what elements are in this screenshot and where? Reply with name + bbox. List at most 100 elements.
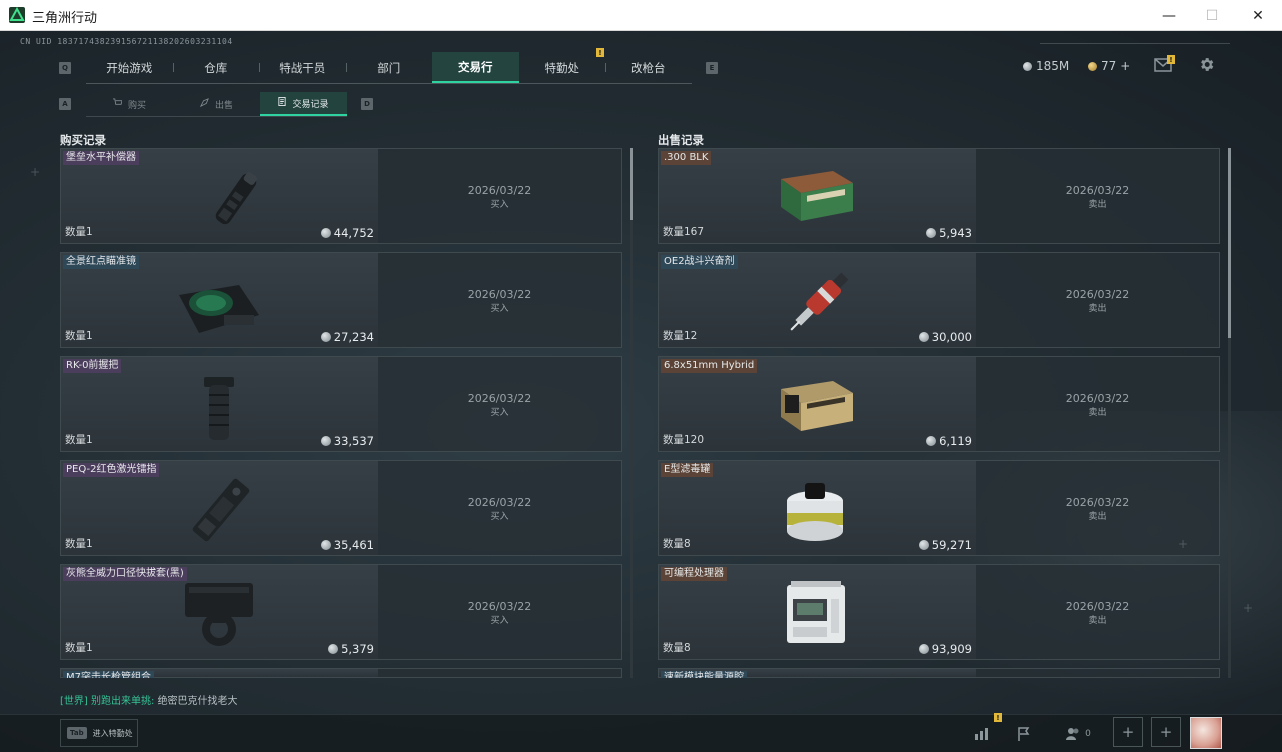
close-button[interactable]: ✕ [1235,0,1281,31]
item-price-value: 44,752 [333,226,374,240]
record-meta-panel: 2026/03/22 卖出 [976,565,1219,659]
settings-gear-icon[interactable] [1198,56,1215,77]
flag-icon[interactable] [1008,721,1040,747]
record-item-panel: RK-0前握把 数量1 33,537 [61,357,378,451]
item-name: E型滤毒罐 [661,463,714,477]
record-item-panel: OE2战斗兴奋剂 数量12 30,000 [659,253,976,347]
item-quantity: 数量8 [663,642,691,654]
record-meta-panel [976,669,1219,677]
record-card[interactable]: 6.8x51mm Hybrid 数量120 6,119 2026/03/22 卖出 [658,356,1220,452]
enter-special-ops-label: 进入特勤处 [92,728,133,738]
sub-tab-label: 出售 [214,100,233,111]
sell-records-list[interactable]: .300 BLK 数量167 5,943 2026/03/22 卖出 OE2战斗兴奋剂 数量… [658,148,1222,678]
mail-badge: ! [1167,55,1175,64]
stats-chart-icon[interactable] [966,721,998,747]
player-avatar[interactable] [1190,717,1222,749]
add-slot-button-2[interactable]: + [1151,717,1181,747]
sub-tab-2[interactable]: 交易记录 [260,92,347,116]
ammo-box-green-icon [777,165,857,229]
record-item-panel: 灰熊全威力口径快拔套(黑) 数量1 5,379 [61,565,378,659]
record-date: 2026/03/22 [467,288,532,301]
record-card[interactable]: 速新模块能量源腔 [658,668,1220,678]
record-type: 买入 [490,200,509,210]
record-card[interactable]: 可编程处理器 数量8 93,909 2026/03/22 卖出 [658,564,1220,660]
record-card[interactable]: 全景红点瞄准镜 数量1 27,234 2026/03/22 买入 [60,252,622,348]
special-ops-badge: ! [596,48,604,57]
record-meta-panel: 2026/03/22 卖出 [976,253,1219,347]
record-card[interactable]: 堡垒水平补偿器 数量1 44,752 2026/03/22 买入 [60,148,622,244]
record-card[interactable]: M7突击长枪管组合 [60,668,622,678]
sell-scrollbar-thumb[interactable] [1228,148,1231,338]
record-type: 买入 [490,616,509,626]
player-uid: CN UID 1837174382391567211382026032311​0… [20,37,233,46]
minimize-button[interactable]: — [1146,0,1192,31]
record-date: 2026/03/22 [467,600,532,613]
sub-tab-1[interactable]: 出售 [173,92,260,116]
silver-coin-icon [320,332,331,342]
record-date: 2026/03/22 [467,496,532,509]
sub-tab-0[interactable]: 购买 [86,92,173,116]
friends-count: 0 [1085,729,1091,739]
main-tab-2[interactable]: 特战干员 [259,52,346,83]
buy-scrollbar[interactable] [630,148,633,678]
gold-currency[interactable]: 77 + [1088,59,1130,73]
record-type: 卖出 [1088,304,1107,314]
item-name: .300 BLK [661,151,712,165]
gold-amount: 77 [1101,59,1117,73]
main-tab-4[interactable]: 交易行 [432,52,519,83]
record-meta-panel: 2026/03/22 买入 [378,461,621,555]
item-quantity: 数量1 [65,642,93,654]
gold-add-button[interactable]: + [1120,59,1130,73]
record-type: 买入 [490,408,509,418]
main-tab-1[interactable]: 仓库 [172,52,260,83]
main-tab-6[interactable]: 改枪台 [605,52,692,83]
sub-nav: 购买 出售 交易记录 [86,92,347,117]
buy-scrollbar-thumb[interactable] [630,148,633,220]
item-quantity: 数量12 [663,330,698,342]
record-item-panel: 可编程处理器 数量8 93,909 [659,565,976,659]
item-price-value: 5,379 [341,642,374,656]
main-tab-0[interactable]: 开始游戏 [86,52,173,83]
world-chat-line[interactable]: [世界] 别跑出来单挑: 绝密巴克什找老大 [60,692,238,707]
enter-special-ops-button[interactable]: Tab 进入特勤处 [60,719,138,747]
nav-left-key-hint: Q [59,62,71,74]
record-type: 卖出 [1088,616,1107,626]
record-item-panel: M7突击长枪管组合 [61,669,378,678]
record-meta-panel: 2026/03/22 买入 [378,357,621,451]
maximize-button[interactable]: ☐ [1189,0,1235,31]
record-date: 2026/03/22 [467,184,532,197]
record-date: 2026/03/22 [1065,184,1130,197]
record-card[interactable]: RK-0前握把 数量1 33,537 2026/03/22 买入 [60,356,622,452]
record-meta-panel: 2026/03/22 买入 [378,149,621,243]
item-name: OE2战斗兴奋剂 [661,255,738,269]
record-card[interactable]: E型滤毒罐 数量8 59,271 2026/03/22 卖出 [658,460,1220,556]
silver-coin-icon [918,540,929,550]
item-price-value: 5,943 [939,226,972,240]
record-meta-panel: 2026/03/22 卖出 [976,149,1219,243]
item-name: 6.8x51mm Hybrid [661,359,758,373]
record-item-panel: PEQ-2红色激光镭指 数量1 35,461 [61,461,378,555]
subnav-right-key-hint: D [361,98,373,110]
buy-records-list[interactable]: 堡垒水平补偿器 数量1 44,752 2026/03/22 买入 全景红点瞄准镜 数量1 27… [60,148,624,678]
friends-button[interactable]: 0 [1058,721,1098,747]
item-price: 44,752 [320,226,374,240]
item-price: 27,234 [320,330,374,344]
app-logo-icon [9,7,25,23]
item-quantity: 数量167 [663,226,705,238]
add-slot-button-1[interactable]: + [1113,717,1143,747]
silver-coin-icon [320,436,331,446]
main-tab-5[interactable]: 特勤处 [519,52,606,83]
record-type: 卖出 [1088,512,1107,522]
record-card[interactable]: OE2战斗兴奋剂 数量12 30,000 2026/03/22 卖出 [658,252,1220,348]
sell-scrollbar[interactable] [1228,148,1231,678]
item-price-value: 35,461 [333,538,374,552]
record-date: 2026/03/22 [1065,392,1130,405]
record-icon [278,97,287,109]
sub-tab-label: 购买 [127,100,146,111]
silver-coin-icon [918,332,929,342]
record-card[interactable]: .300 BLK 数量167 5,943 2026/03/22 卖出 [658,148,1220,244]
item-name: PEQ-2红色激光镭指 [63,463,160,477]
record-card[interactable]: 灰熊全威力口径快拔套(黑) 数量1 5,379 2026/03/22 买入 [60,564,622,660]
record-card[interactable]: PEQ-2红色激光镭指 数量1 35,461 2026/03/22 买入 [60,460,622,556]
main-tab-3[interactable]: 部门 [345,52,433,83]
